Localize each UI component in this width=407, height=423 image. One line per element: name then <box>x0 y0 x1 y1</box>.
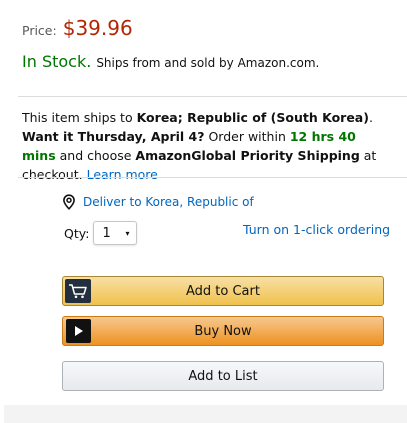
play-icon <box>66 319 91 343</box>
price-value: $39.96 <box>62 16 133 40</box>
shipping-message: This item ships to Korea; Republic of (S… <box>22 108 390 184</box>
price-label: Price: <box>22 23 57 38</box>
delivery-date: Want it Thursday, April 4? <box>22 129 205 144</box>
quantity-label: Qty: <box>64 225 90 241</box>
buy-now-label: Buy Now <box>194 323 252 339</box>
one-click-ordering-link[interactable]: Turn on 1-click ordering <box>243 222 390 237</box>
add-to-cart-label: Add to Cart <box>186 283 260 299</box>
footer-bar <box>4 405 407 423</box>
price-row: Price: $39.96 <box>22 16 133 40</box>
order-within-text: Order within <box>204 129 290 144</box>
ship-intro: This item ships to <box>22 110 137 125</box>
ships-from-text: Ships from and sold by Amazon.com. <box>96 56 320 70</box>
quantity-value: 1 <box>102 225 111 241</box>
ship-destination: Korea; Republic of (South Korea) <box>136 110 369 125</box>
add-to-list-button[interactable]: Add to List <box>62 361 384 391</box>
location-pin-icon <box>63 194 75 210</box>
buy-now-button[interactable]: Buy Now <box>62 316 384 346</box>
deliver-to-label: Deliver to Korea, Republic of <box>83 195 254 209</box>
deliver-to-link[interactable]: Deliver to Korea, Republic of <box>62 194 254 210</box>
add-to-list-label: Add to List <box>188 368 258 384</box>
stock-status: In Stock. <box>22 52 92 71</box>
quantity-select[interactable]: 1 ▾ <box>93 221 138 245</box>
ship-sep: . <box>368 110 373 125</box>
quantity-row: Qty: 1 ▾ <box>64 221 138 245</box>
divider <box>18 177 407 178</box>
stock-row: In Stock. Ships from and sold by Amazon.… <box>22 52 319 71</box>
chevron-down-icon: ▾ <box>125 228 130 238</box>
shipping-method: AmazonGlobal Priority Shipping <box>135 148 360 163</box>
learn-more-link[interactable]: Learn more <box>87 167 158 182</box>
divider <box>18 96 407 97</box>
cart-icon <box>65 279 91 303</box>
and-choose-text: and choose <box>55 148 136 163</box>
add-to-cart-button[interactable]: Add to Cart <box>62 276 384 306</box>
